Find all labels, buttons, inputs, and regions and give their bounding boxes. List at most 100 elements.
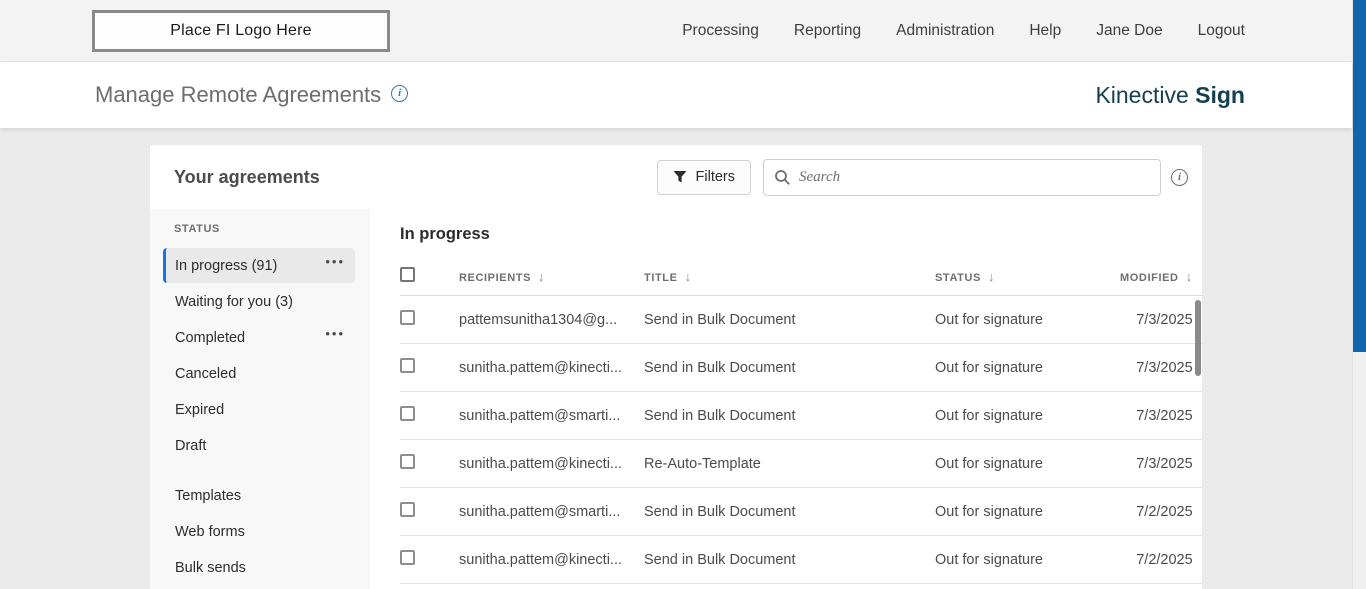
row-checkbox[interactable] <box>400 550 415 565</box>
sidebar-item-label: Expired <box>175 401 225 418</box>
sidebar-item-templates[interactable]: Templates <box>163 478 355 513</box>
sidebar-item-in-progress[interactable]: In progress (91) ••• <box>163 248 355 283</box>
app-window: Place FI Logo Here Processing Reporting … <box>0 0 1352 589</box>
filters-button[interactable]: Filters <box>656 159 751 195</box>
search-input[interactable] <box>799 168 1150 186</box>
panel-info-icon[interactable]: i <box>1171 168 1188 186</box>
column-header-recipients[interactable]: RECIPIENTS ↓ <box>459 269 644 284</box>
sidebar-item-label: Templates <box>175 487 242 504</box>
sidebar-section-label: STATUS <box>174 223 220 235</box>
sidebar-item-waiting-for-you[interactable]: Waiting for you (3) <box>163 284 355 319</box>
brand-name: Kinective <box>1095 81 1196 108</box>
table-row[interactable]: sunitha.pattem@kinecti... Send in Bulk D… <box>400 344 1203 392</box>
agreement-list: In progress RECIPIENTS ↓ TITLE ↓ STATUS ↓ M… <box>370 209 1203 589</box>
top-bar: Place FI Logo Here Processing Reporting … <box>0 0 1352 62</box>
in-progress-overflow-menu-icon[interactable]: ••• <box>325 255 345 271</box>
cell-recipient: sunitha.pattem@kinecti... <box>459 359 623 376</box>
column-header-title[interactable]: TITLE ↓ <box>644 269 935 284</box>
cell-title: Send in Bulk Document <box>644 551 796 568</box>
cell-recipient: sunitha.pattem@smarti... <box>459 407 621 424</box>
cell-modified: 7/3/2025 <box>1136 311 1193 328</box>
table-header-row: RECIPIENTS ↓ TITLE ↓ STATUS ↓ MODIFIED ↓ <box>400 258 1203 296</box>
column-label: RECIPIENTS <box>459 272 532 284</box>
panel-body: STATUS In progress (91) ••• Waiting for … <box>150 209 1203 589</box>
sidebar-item-draft[interactable]: Draft <box>163 428 355 463</box>
fi-logo-placeholder-label: Place FI Logo Here <box>170 21 312 39</box>
table-row[interactable]: sunitha.pattem@kinecti... Re-Auto-Templa… <box>400 440 1203 488</box>
fi-logo-placeholder[interactable]: Place FI Logo Here <box>92 9 390 52</box>
filters-button-label: Filters <box>695 169 735 185</box>
sidebar-item-expired[interactable]: Expired <box>163 392 355 427</box>
nav-logout[interactable]: Logout <box>1198 22 1245 40</box>
cell-recipient: pattemsunitha1304@g... <box>459 311 618 328</box>
cell-status: Out for signature <box>935 551 1043 568</box>
sidebar-item-label: Web forms <box>175 523 245 540</box>
cell-modified: 7/2/2025 <box>1136 503 1193 520</box>
cell-status: Out for signature <box>935 311 1043 328</box>
cell-modified: 7/2/2025 <box>1136 551 1193 568</box>
column-header-modified[interactable]: MODIFIED ↓ <box>1120 269 1203 284</box>
cell-status: Out for signature <box>935 407 1043 424</box>
sort-descending-icon[interactable]: ↓ <box>988 269 995 284</box>
panel-title: Your agreements <box>174 166 320 187</box>
table-row[interactable]: sunitha.pattem@kinecti... Send in Bulk D… <box>400 536 1203 584</box>
cell-recipient: sunitha.pattem@smarti... <box>459 503 621 520</box>
sort-descending-icon[interactable]: ↓ <box>685 269 692 284</box>
column-label: TITLE <box>644 272 678 284</box>
cell-title: Send in Bulk Document <box>644 503 796 520</box>
select-all-checkbox[interactable] <box>400 266 415 282</box>
kinective-sign-logo: Kinective Sign <box>1095 82 1245 109</box>
nav-processing[interactable]: Processing <box>682 22 759 40</box>
filter-funnel-icon <box>673 171 687 183</box>
search-box[interactable] <box>763 158 1161 196</box>
page-scrollbar-track[interactable] <box>1352 0 1366 589</box>
cell-title: Re-Auto-Template <box>644 455 761 472</box>
sidebar-item-label: Completed <box>175 329 246 346</box>
cell-modified: 7/3/2025 <box>1136 455 1193 472</box>
cell-modified: 7/3/2025 <box>1136 407 1193 424</box>
cell-title: Send in Bulk Document <box>644 311 796 328</box>
cell-status: Out for signature <box>935 359 1043 376</box>
row-checkbox[interactable] <box>400 310 415 325</box>
table-row[interactable]: sunitha.pattem@smarti... Send in Bulk Do… <box>400 392 1203 440</box>
list-section-title: In progress <box>400 225 490 243</box>
page-title-text: Manage Remote Agreements <box>95 82 382 107</box>
page-title-info-icon[interactable]: i <box>391 85 409 102</box>
completed-overflow-menu-icon[interactable]: ••• <box>325 327 345 343</box>
cell-recipient: sunitha.pattem@kinecti... <box>459 455 623 472</box>
table-row[interactable]: sunitha.pattem@smarti... Send in Bulk Do… <box>400 488 1203 536</box>
cell-recipient: sunitha.pattem@kinecti... <box>459 551 623 568</box>
cell-status: Out for signature <box>935 455 1043 472</box>
column-header-status[interactable]: STATUS ↓ <box>935 269 1120 284</box>
nav-help[interactable]: Help <box>1029 22 1061 40</box>
sidebar-divider-gap <box>150 464 370 477</box>
cell-modified: 7/3/2025 <box>1136 359 1193 376</box>
row-checkbox[interactable] <box>400 454 415 469</box>
column-label: MODIFIED <box>1120 272 1179 284</box>
list-scrollbar-thumb[interactable] <box>1195 300 1201 376</box>
nav-administration[interactable]: Administration <box>896 22 994 40</box>
page-title: Manage Remote Agreements i <box>95 82 409 108</box>
row-checkbox[interactable] <box>400 358 415 373</box>
cell-title: Send in Bulk Document <box>644 407 796 424</box>
sidebar-item-label: Waiting for you (3) <box>175 293 293 310</box>
row-checkbox[interactable] <box>400 502 415 517</box>
page-header: Manage Remote Agreements i Kinective Sign <box>0 62 1352 128</box>
sort-descending-icon[interactable]: ↓ <box>1186 269 1193 284</box>
sidebar-item-bulk-sends[interactable]: Bulk sends <box>163 550 355 585</box>
sort-descending-icon[interactable]: ↓ <box>538 269 545 284</box>
cell-title: Send in Bulk Document <box>644 359 796 376</box>
table-row[interactable]: pattemsunitha1304@g... Send in Bulk Docu… <box>400 296 1203 344</box>
column-label: STATUS <box>935 272 981 284</box>
nav-user-jane-doe[interactable]: Jane Doe <box>1096 22 1162 40</box>
agreements-panel: Your agreements Filters i STATUS <box>150 145 1203 589</box>
nav-reporting[interactable]: Reporting <box>794 22 861 40</box>
row-checkbox[interactable] <box>400 406 415 421</box>
cell-status: Out for signature <box>935 503 1043 520</box>
panel-header: Your agreements Filters i <box>150 145 1202 209</box>
sidebar-item-completed[interactable]: Completed ••• <box>163 320 355 355</box>
sidebar-item-label: Draft <box>175 437 207 454</box>
sidebar-item-canceled[interactable]: Canceled <box>163 356 355 391</box>
page-scrollbar-thumb[interactable] <box>1353 0 1366 352</box>
sidebar-item-web-forms[interactable]: Web forms <box>163 514 355 549</box>
